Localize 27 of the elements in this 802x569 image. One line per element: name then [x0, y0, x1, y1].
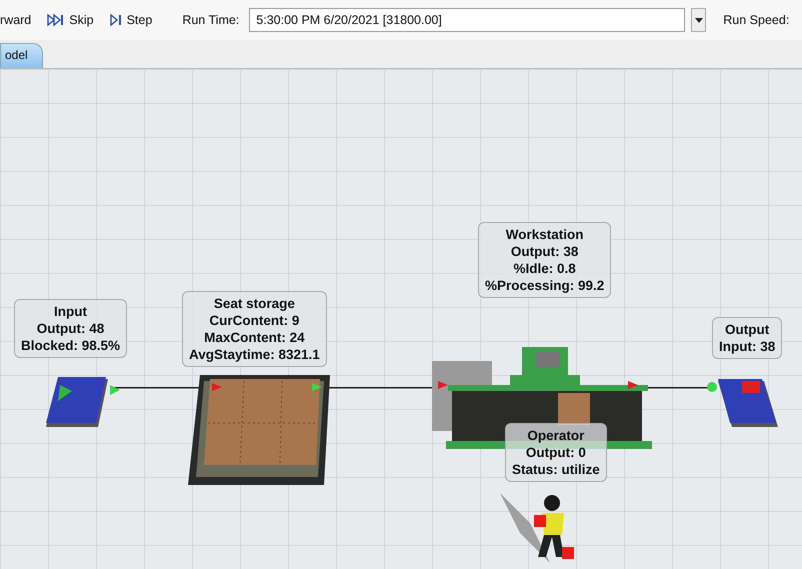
- model-tab[interactable]: odel: [0, 43, 43, 68]
- stat-text: %Processing: 99.2: [485, 277, 604, 294]
- dropdown-button[interactable]: [691, 8, 706, 32]
- stat-text: Status: utilize: [512, 461, 600, 478]
- caret-icon: [694, 18, 703, 22]
- run-time-label: Run Time:: [182, 13, 240, 27]
- stat-text: Seat storage: [214, 295, 295, 312]
- stat-text: Output: [725, 321, 770, 338]
- stat-text: MaxContent: 24: [204, 329, 305, 346]
- stat-text: Operator: [527, 427, 584, 444]
- toolbar-button[interactable]: rward: [0, 13, 32, 27]
- run-speed-label: Run Speed:: [723, 13, 790, 27]
- toolbar-button[interactable]: Step: [110, 13, 152, 27]
- stat-text: Blocked: 98.5%: [21, 337, 120, 354]
- stat-text: CurContent: 9: [209, 312, 300, 329]
- stat-text: Input: [54, 303, 88, 320]
- stat-text: Input: 38: [719, 338, 776, 355]
- stat-text: AvgStaytime: 8321.1: [189, 346, 320, 363]
- stat-text: Workstation: [506, 226, 584, 243]
- stat-text: Output: 38: [510, 243, 578, 260]
- stat-text: %Idle: 0.8: [514, 260, 576, 277]
- step-icon: [110, 13, 123, 27]
- toolbar-button[interactable]: Skip: [47, 13, 94, 27]
- run-time-field[interactable]: 5:30:00 PM 6/20/2021 [31800.00]: [249, 8, 686, 32]
- stat-text: Output: 0: [526, 444, 586, 461]
- skip-icon: [47, 13, 66, 27]
- stat-text: Output: 48: [36, 320, 104, 337]
